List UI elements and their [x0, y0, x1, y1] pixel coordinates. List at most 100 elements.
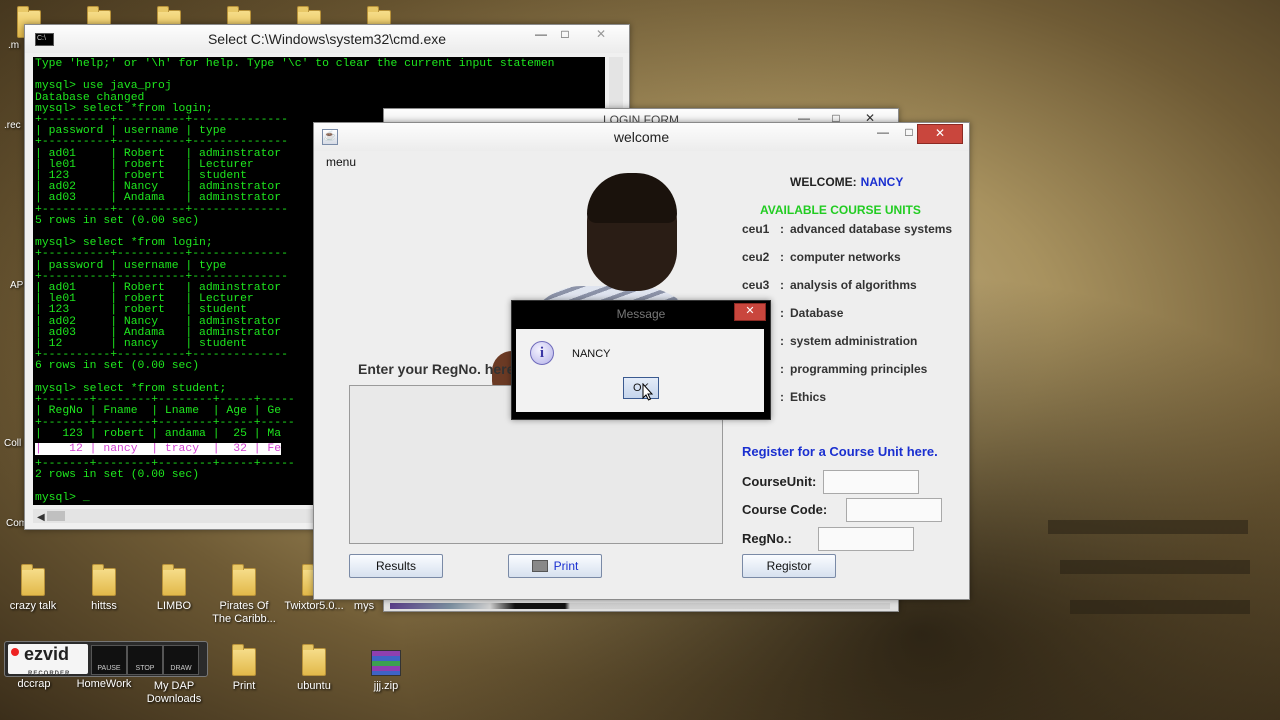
desktop-edge-label[interactable]: Coll [4, 438, 21, 449]
welcome-label: WELCOME: [790, 175, 857, 189]
ezvid-brand: ezvid [24, 644, 70, 664]
register-button[interactable]: Registor [742, 554, 836, 578]
folder-icon [162, 564, 186, 596]
folder-icon [92, 564, 116, 596]
desktop-icon-print[interactable]: Print [209, 644, 279, 693]
course-name: computer networks [790, 250, 901, 264]
desktop-icon-label: crazy talk [9, 600, 57, 612]
message-dialog: Message ✕ i NANCY OK [511, 300, 771, 420]
close-button[interactable]: ✕ [587, 25, 615, 45]
hscrollbar-thumb[interactable] [47, 511, 65, 521]
record-dot-icon [11, 648, 19, 656]
enter-regno-label: Enter your RegNo. here [358, 361, 515, 377]
desktop-edge-label[interactable]: .rec [4, 120, 21, 131]
draw-button[interactable]: DRAW [163, 645, 199, 675]
desktop-icon-limbo[interactable]: LIMBO [139, 564, 209, 613]
zip-archive-icon [371, 650, 401, 676]
register-button-label: Registor [766, 559, 812, 573]
pause-button[interactable]: PAUSE [91, 645, 127, 675]
course-sep: : [780, 222, 784, 236]
course-name: Database [790, 306, 844, 320]
desktop-icon-label: HomeWork [76, 678, 132, 690]
message-body: i NANCY OK [516, 329, 764, 412]
close-button[interactable]: ✕ [734, 303, 766, 321]
wallpaper-clock-mark [1070, 600, 1250, 614]
message-title: Message [616, 307, 666, 321]
folder-icon [21, 564, 45, 596]
draw-label: DRAW [170, 665, 192, 672]
desktop-icon-jjj-zip[interactable]: jjj.zip [351, 650, 421, 693]
pause-label: PAUSE [97, 665, 121, 672]
course-sep: : [780, 362, 784, 376]
welcome-greeting: WELCOME: NANCY [790, 175, 903, 189]
course-unit-input[interactable] [823, 470, 919, 494]
info-icon: i [530, 341, 554, 365]
desktop-icon-label: mys [353, 600, 375, 612]
message-titlebar[interactable]: Message ✕ [512, 301, 770, 325]
stop-button[interactable]: STOP [127, 645, 163, 675]
welcome-title: welcome [613, 129, 670, 145]
close-button[interactable]: ✕ [917, 124, 963, 144]
printer-icon [531, 559, 548, 572]
print-button[interactable]: Print [508, 554, 602, 578]
folder-icon [302, 644, 326, 676]
course-code-label: Course Code: [742, 502, 828, 517]
desktop-icon-label: Print [232, 680, 256, 692]
course-sep: : [780, 390, 784, 404]
course-sep: : [780, 250, 784, 264]
course-row: ceu3: analysis of algorithms [742, 278, 917, 292]
maximize-button[interactable]: □ [551, 25, 579, 45]
ezvid-subtitle: RECORDER [28, 671, 71, 677]
menu-bar: menu [314, 151, 969, 173]
regno-input[interactable] [818, 527, 914, 551]
course-row: ceu1: advanced database systems [742, 222, 952, 236]
course-name: advanced database systems [790, 222, 953, 236]
course-code-input[interactable] [846, 498, 942, 522]
results-button[interactable]: Results [349, 554, 443, 578]
course-code: ceu2 [742, 250, 770, 264]
wallpaper-clock-mark [1060, 560, 1250, 574]
mouse-cursor-icon [642, 383, 654, 401]
desktop-icon-label: Pirates Of The Caribb... [212, 600, 276, 625]
course-name: system administration [790, 334, 918, 348]
minimize-button[interactable]: — [869, 123, 897, 143]
desktop-icon-crazy-talk[interactable]: crazy talk [0, 564, 68, 613]
desktop-edge-label[interactable]: AP [10, 280, 23, 291]
folder-icon [232, 564, 256, 596]
login-bottom-strip [390, 603, 890, 609]
regno-label: RegNo.: [742, 531, 792, 546]
ezvid-logo: ezvid RECORDER [8, 644, 88, 677]
cmd-titlebar[interactable]: C:\ Select C:\Windows\system32\cmd.exe —… [25, 25, 629, 53]
menu-item[interactable]: menu [326, 155, 356, 169]
desktop-icon-ubuntu[interactable]: ubuntu [279, 644, 349, 693]
cmd-title: Select C:\Windows\system32\cmd.exe [207, 31, 447, 47]
desktop-icon-label: LIMBO [156, 600, 192, 612]
desktop-icon-hittss[interactable]: hittss [69, 564, 139, 613]
message-text: NANCY [572, 348, 611, 360]
available-course-units-heading: AVAILABLE COURSE UNITS [760, 203, 921, 217]
desktop-icon-label: ubuntu [297, 680, 331, 692]
console-icon: C:\ [35, 33, 54, 46]
desktop-icon-label: jjj.zip [373, 680, 399, 692]
course-sep: : [780, 278, 784, 292]
course-code: ceu1 [742, 222, 770, 236]
course-unit-label: CourseUnit: [742, 474, 817, 489]
ezvid-recorder-bar: ezvid RECORDER PAUSE STOP DRAW [4, 641, 208, 677]
desktop-icon-label: My DAP Downloads [146, 680, 202, 705]
scroll-left-arrow-icon[interactable]: ◀ [37, 512, 45, 523]
desktop-icon-pirates[interactable]: Pirates Of The Caribb... [209, 564, 279, 626]
wallpaper-clock-mark [1048, 520, 1248, 534]
print-button-label: Print [553, 559, 579, 573]
welcome-user-name: NANCY [860, 175, 904, 189]
stop-label: STOP [135, 665, 155, 672]
course-name: analysis of algorithms [790, 278, 917, 292]
register-heading: Register for a Course Unit here. [742, 444, 938, 459]
course-sep: : [780, 306, 784, 320]
welcome-titlebar[interactable]: ☕ welcome — □ ✕ [314, 123, 969, 151]
course-name: Ethics [790, 390, 827, 404]
course-name: programming principles [790, 362, 928, 376]
desktop-icon-label: hittss [91, 600, 117, 612]
desktop-icon-label: Twixtor5.0... [284, 600, 344, 612]
course-code: ceu3 [742, 278, 770, 292]
course-sep: : [780, 334, 784, 348]
